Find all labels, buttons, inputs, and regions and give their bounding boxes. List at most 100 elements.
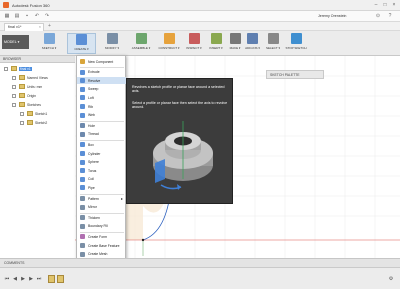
stop-sketch-button[interactable]: STOP SKETCH bbox=[284, 33, 308, 54]
timeline-sketch1-icon[interactable] bbox=[48, 275, 55, 283]
create-icon bbox=[76, 34, 87, 45]
menu-item-torus[interactable]: Torus bbox=[77, 167, 126, 174]
window-title: Autodesk Fusion 360 bbox=[12, 3, 50, 8]
folder-icon bbox=[11, 66, 17, 71]
help-icon[interactable]: ? bbox=[386, 13, 394, 20]
redo-icon[interactable]: ↷ bbox=[43, 13, 51, 20]
timeline-first-icon[interactable]: ⏮ bbox=[4, 276, 10, 282]
thicken-icon bbox=[80, 215, 85, 221]
folder-icon bbox=[19, 102, 25, 107]
document-tab-bar: final v1* × + bbox=[0, 22, 400, 31]
menu-item-create-base-feature[interactable]: Create Base Feature bbox=[77, 242, 126, 249]
make-button[interactable]: MAKE ▾ bbox=[227, 33, 243, 54]
menu-item-pipe[interactable]: Pipe bbox=[77, 184, 126, 191]
fusion-logo-icon bbox=[3, 2, 9, 8]
save-icon[interactable]: ▪ bbox=[23, 13, 31, 20]
timeline-last-icon[interactable]: ⏭ bbox=[36, 276, 42, 282]
addins-button[interactable]: ADD-INS ▾ bbox=[243, 33, 262, 54]
thread-icon bbox=[80, 131, 85, 137]
visibility-toggle-icon[interactable] bbox=[12, 76, 16, 80]
undo-icon[interactable]: ↶ bbox=[33, 13, 41, 20]
revolve-icon bbox=[80, 78, 85, 84]
revolve-tooltip: Revolves a sketch profile or planar face… bbox=[126, 78, 233, 204]
visibility-toggle-icon[interactable] bbox=[12, 85, 16, 89]
timeline-sketch2-icon[interactable] bbox=[57, 275, 64, 283]
menu-item-boundary-fill[interactable]: Boundary Fill bbox=[77, 223, 126, 230]
torus-icon bbox=[80, 168, 85, 174]
submenu-arrow-icon: ▸ bbox=[120, 196, 123, 201]
browser-item-label: Sketches bbox=[27, 103, 41, 107]
inspect-button[interactable]: INSPECT ▾ bbox=[183, 33, 205, 54]
timeline-play-icon[interactable]: ▶ bbox=[20, 276, 26, 282]
cylinder-icon bbox=[80, 151, 85, 156]
addins-icon bbox=[247, 33, 258, 44]
browser-item-label: final v1 bbox=[19, 67, 32, 71]
menu-item-extrude[interactable]: Extrude bbox=[77, 69, 126, 76]
menu-item-mirror[interactable]: Mirror bbox=[77, 204, 126, 211]
create-button[interactable]: CREATE ▾ bbox=[67, 33, 96, 54]
pattern-icon bbox=[80, 196, 85, 201]
sketch-palette-header[interactable]: SKETCH PALETTE bbox=[266, 70, 324, 79]
coil-icon bbox=[80, 176, 85, 182]
origin-point bbox=[141, 238, 145, 242]
browser-item-label: Named Views bbox=[27, 76, 48, 80]
file-menu-icon[interactable]: ▤ bbox=[13, 13, 21, 20]
visibility-toggle-icon[interactable] bbox=[12, 94, 16, 98]
menu-item-loft[interactable]: Loft bbox=[77, 94, 126, 101]
menu-item-thread[interactable]: Thread bbox=[77, 131, 126, 138]
visibility-toggle-icon[interactable] bbox=[20, 121, 24, 125]
job-status-icon[interactable]: ⊙ bbox=[374, 13, 382, 20]
menu-item-create-mesh[interactable]: Create Mesh bbox=[77, 251, 126, 258]
sketch-button[interactable]: SKETCH ▾ bbox=[34, 33, 64, 54]
modify-button[interactable]: MODIFY ▾ bbox=[99, 33, 125, 54]
extrude-icon bbox=[80, 69, 85, 75]
timeline-settings-icon[interactable]: ⚙ bbox=[388, 276, 394, 282]
new-component-icon bbox=[80, 59, 85, 64]
menu-item-revolve[interactable]: Revolve bbox=[77, 77, 126, 85]
menu-item-web[interactable]: Web bbox=[77, 112, 126, 119]
new-tab-icon[interactable]: + bbox=[48, 23, 51, 29]
folder-icon bbox=[27, 111, 33, 116]
insert-button[interactable]: INSERT ▾ bbox=[207, 33, 225, 54]
visibility-toggle-icon[interactable] bbox=[12, 103, 16, 107]
workspace-switcher[interactable]: MODEL ▾ bbox=[2, 35, 29, 49]
menu-item-sweep[interactable]: Sweep bbox=[77, 86, 126, 93]
visibility-toggle-icon[interactable] bbox=[20, 112, 24, 116]
tab-label: final v1* bbox=[8, 25, 22, 29]
timeline-next-icon[interactable]: ▶ bbox=[28, 276, 34, 282]
visibility-toggle-icon[interactable] bbox=[4, 67, 8, 71]
ribbon-toolbar: MODEL ▾ SKETCH ▾ CREATE ▾ MODIFY ▾ ASSEMBL… bbox=[0, 31, 400, 81]
pipe-icon bbox=[80, 185, 85, 191]
tab-close-icon[interactable]: × bbox=[39, 25, 41, 29]
menu-item-sphere[interactable]: Sphere bbox=[77, 159, 126, 166]
assemble-button[interactable]: ASSEMBLE ▾ bbox=[127, 33, 155, 54]
browser-item-label: Sketch2 bbox=[35, 121, 48, 125]
create-mesh-icon bbox=[80, 251, 85, 257]
browser-item-label: Origin bbox=[27, 94, 37, 98]
menu-item-coil[interactable]: Coil bbox=[77, 176, 126, 183]
menu-item-thicken[interactable]: Thicken bbox=[77, 214, 126, 221]
menu-item-hole[interactable]: Hole bbox=[77, 122, 126, 129]
assemble-icon bbox=[135, 33, 147, 44]
construct-button[interactable]: CONSTRUCT ▾ bbox=[157, 33, 181, 54]
folder-icon bbox=[19, 84, 25, 89]
maximize-icon[interactable]: □ bbox=[381, 2, 389, 9]
menu-item-cylinder[interactable]: Cylinder bbox=[77, 150, 126, 157]
menu-item-box[interactable]: Box bbox=[77, 141, 126, 148]
document-tab[interactable]: final v1* × bbox=[4, 23, 44, 31]
minimize-icon[interactable]: – bbox=[372, 2, 380, 9]
menu-item-create-form[interactable]: Create Form bbox=[77, 233, 126, 240]
menu-item-new-component[interactable]: New Component bbox=[77, 58, 126, 65]
loft-icon bbox=[80, 95, 85, 101]
user-name[interactable]: Jeremy Orenstein bbox=[318, 14, 346, 18]
browser-item-label: Units: mm bbox=[27, 85, 43, 89]
title-bar: Autodesk Fusion 360 – □ × bbox=[0, 0, 400, 11]
timeline-prev-icon[interactable]: ◀ bbox=[12, 276, 18, 282]
menu-item-pattern[interactable]: Pattern ▸ bbox=[77, 195, 126, 202]
data-panel-icon[interactable]: ▦ bbox=[3, 13, 11, 20]
select-button[interactable]: SELECT ▾ bbox=[264, 33, 282, 54]
comments-panel[interactable]: COMMENTS bbox=[0, 258, 400, 267]
close-icon[interactable]: × bbox=[390, 2, 398, 9]
menu-item-rib[interactable]: Rib bbox=[77, 103, 126, 110]
browser-header[interactable]: BROWSER bbox=[0, 56, 75, 63]
